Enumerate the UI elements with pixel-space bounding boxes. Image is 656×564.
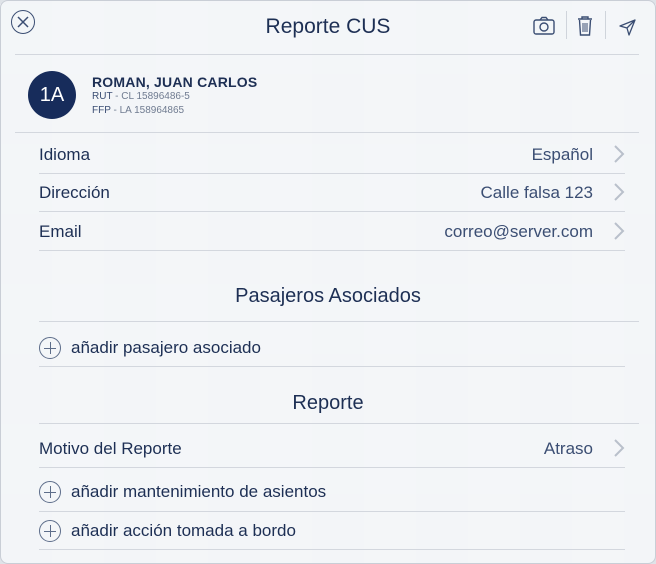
camera-icon[interactable] (532, 15, 556, 37)
passenger-name: ROMAN, JUAN CARLOS (92, 74, 258, 90)
header-separator (566, 11, 567, 39)
chevron-right-icon (614, 183, 625, 201)
address-label: Dirección (39, 183, 110, 202)
row-divider (39, 366, 625, 367)
ffp-value: - LA 158964865 (113, 105, 185, 116)
row-divider (39, 549, 625, 550)
row-divider (39, 250, 625, 251)
language-value: Español (531, 145, 593, 164)
row-address[interactable]: Dirección Calle falsa 123 (39, 173, 625, 211)
add-circle-icon (39, 520, 61, 542)
section-divider (39, 423, 639, 424)
chevron-right-icon (614, 222, 625, 240)
rut-label: RUT (92, 91, 113, 102)
passenger-divider (15, 132, 639, 133)
associated-section-title: Pasajeros Asociados (235, 285, 421, 307)
header-separator (605, 11, 606, 39)
add-seat-maintenance-label: añadir mantenimiento de asientos (71, 482, 327, 501)
add-associated-passenger-button[interactable]: añadir pasajero asociado (39, 331, 625, 367)
section-divider (39, 321, 639, 322)
send-icon[interactable] (618, 17, 642, 39)
row-language[interactable]: Idioma Español (39, 135, 625, 173)
header-divider (15, 54, 639, 55)
ffp-label: FFP (92, 105, 111, 116)
email-label: Email (39, 222, 82, 241)
passenger-ffp: FFP - LA 158964865 (92, 105, 184, 116)
report-modal: Reporte CUS 1A ROMAN, JUAN CARLOS RUT - … (0, 0, 656, 564)
add-onboard-action-label: añadir acción tomada a bordo (71, 521, 296, 540)
row-divider (39, 511, 625, 512)
modal-title: Reporte CUS (265, 15, 391, 38)
language-label: Idioma (39, 145, 91, 164)
row-report-reason[interactable]: Motivo del Reporte Atraso (39, 429, 625, 467)
report-section-title: Reporte (292, 392, 364, 414)
add-associated-passenger-label: añadir pasajero asociado (71, 338, 261, 357)
address-value: Calle falsa 123 (480, 183, 593, 202)
trash-icon[interactable] (574, 14, 598, 36)
avatar: 1A (28, 71, 76, 119)
add-circle-icon (39, 481, 61, 503)
add-seat-maintenance-button[interactable]: añadir mantenimiento de asientos (39, 475, 625, 511)
chevron-right-icon (614, 439, 625, 457)
row-divider (39, 467, 625, 468)
row-email[interactable]: Email correo@server.com (39, 212, 625, 250)
add-onboard-action-button[interactable]: añadir acción tomada a bordo (39, 514, 625, 550)
report-reason-value: Atraso (543, 439, 593, 458)
chevron-right-icon (614, 145, 625, 163)
modal-header: Reporte CUS (1, 1, 655, 56)
rut-value: - CL 15896486-5 (115, 91, 190, 102)
add-circle-icon (39, 337, 61, 359)
email-value: correo@server.com (444, 222, 593, 241)
passenger-rut: RUT - CL 15896486-5 (92, 91, 190, 102)
report-reason-label: Motivo del Reporte (39, 439, 182, 458)
